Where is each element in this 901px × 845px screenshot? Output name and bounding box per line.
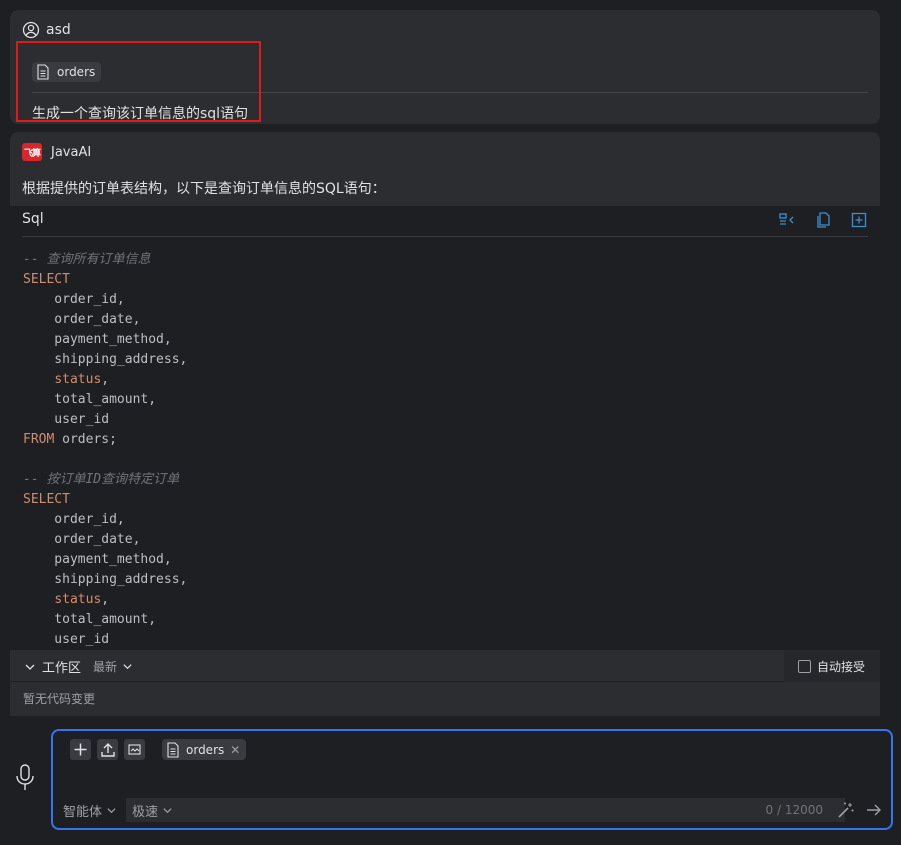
agent-mode-label: 智能体 [63, 804, 103, 820]
input-attachment-chip[interactable]: orders ✕ [162, 739, 247, 760]
username: asd [46, 22, 71, 38]
user-avatar-icon [22, 21, 40, 39]
code-line: status, [54, 372, 110, 387]
code-line: SELECT [23, 492, 70, 507]
microphone-icon [16, 764, 34, 790]
code-line: order_id, [23, 292, 125, 307]
workspace-sort-dropdown[interactable]: 最新 [93, 658, 133, 675]
chevron-down-icon [107, 807, 116, 813]
ai-intro-text: 根据提供的订单表结构，以下是查询订单信息的SQL语句： [22, 181, 386, 197]
image-button[interactable] [124, 739, 145, 760]
code-line: user_id [23, 412, 110, 427]
code-content: -- 查询所有订单信息 SELECT order_id, order_date, … [23, 250, 187, 646]
chevron-down-icon [123, 664, 132, 670]
code-line: status, [54, 592, 110, 607]
code-block: Sql -- 查询所有订单信息 SELECT order_id, order_da… [10, 206, 880, 646]
ai-message-card: 飞算 JavaAI 根据提供的订单表结构，以下是查询订单信息的SQL语句： Sq… [10, 132, 880, 646]
code-header: Sql [22, 206, 868, 237]
close-icon[interactable]: ✕ [230, 743, 240, 757]
code-line: FROM orders; [23, 432, 117, 447]
code-line: order_date, [23, 532, 141, 547]
workspace-toggle[interactable]: 工作区 最新 [24, 657, 133, 676]
agent-mode-dropdown[interactable]: 智能体 [57, 798, 123, 822]
auto-accept-checkbox[interactable] [798, 659, 811, 673]
code-toolbar [778, 211, 868, 229]
insert-code-icon[interactable] [778, 211, 796, 229]
highlight-box [16, 41, 261, 122]
code-line: shipping_address, [23, 352, 188, 367]
code-line: total_amount, [23, 392, 157, 407]
input-toolbar: orders ✕ [70, 739, 247, 760]
speed-mode-dropdown[interactable]: 极速 [126, 798, 180, 822]
copy-icon[interactable] [814, 211, 832, 229]
workspace-title: 工作区 [42, 661, 82, 676]
code-line: payment_method, [23, 552, 172, 567]
ai-header: 飞算 JavaAI [22, 143, 91, 161]
ai-name: JavaAI [51, 144, 92, 160]
code-line: shipping_address, [23, 572, 188, 587]
char-counter: 0 / 12000 [765, 803, 823, 817]
input-attachment-name: orders [186, 742, 225, 757]
chevron-down-icon [25, 664, 35, 670]
javaai-logo-icon: 飞算 [22, 143, 42, 161]
workspace-panel: 工作区 最新 自动接受 暂无代码变更 [10, 650, 880, 716]
add-button[interactable] [70, 739, 91, 760]
send-button[interactable] [865, 801, 883, 823]
code-line: total_amount, [23, 612, 157, 627]
magic-wand-icon [838, 802, 854, 818]
image-icon [128, 744, 141, 755]
arrow-right-icon [867, 804, 881, 816]
workspace-sort-label: 最新 [93, 660, 118, 674]
code-line: order_id, [23, 512, 125, 527]
microphone-button[interactable] [14, 763, 36, 797]
upload-icon [100, 742, 115, 757]
code-language: Sql [22, 211, 44, 227]
code-line: SELECT [23, 272, 70, 287]
chat-input-box[interactable]: orders ✕ 智能体 极速 0 / 12000 [51, 729, 893, 830]
code-line: -- 按订单ID查询特定订单 [23, 472, 180, 487]
file-icon [167, 741, 179, 758]
speed-mode-label: 极速 [132, 804, 159, 820]
code-line: user_id [23, 632, 110, 646]
new-file-icon[interactable] [850, 211, 868, 229]
auto-accept-label: 自动接受 [817, 659, 866, 674]
workspace-bar: 工作区 最新 自动接受 [10, 650, 880, 682]
plus-icon [74, 743, 87, 756]
code-line: order_date, [23, 312, 141, 327]
auto-accept-toggle[interactable]: 自动接受 [784, 650, 880, 682]
workspace-empty-text: 暂无代码变更 [23, 692, 96, 706]
chevron-down-icon [163, 807, 172, 813]
magic-wand-button[interactable] [837, 801, 855, 823]
input-bottom-bar: 智能体 极速 0 / 12000 [53, 798, 891, 824]
upload-button[interactable] [97, 739, 118, 760]
code-line: -- 查询所有订单信息 [23, 252, 151, 267]
code-line: payment_method, [23, 332, 172, 347]
user-header: asd [22, 21, 71, 39]
chat-input-field[interactable] [178, 798, 845, 822]
